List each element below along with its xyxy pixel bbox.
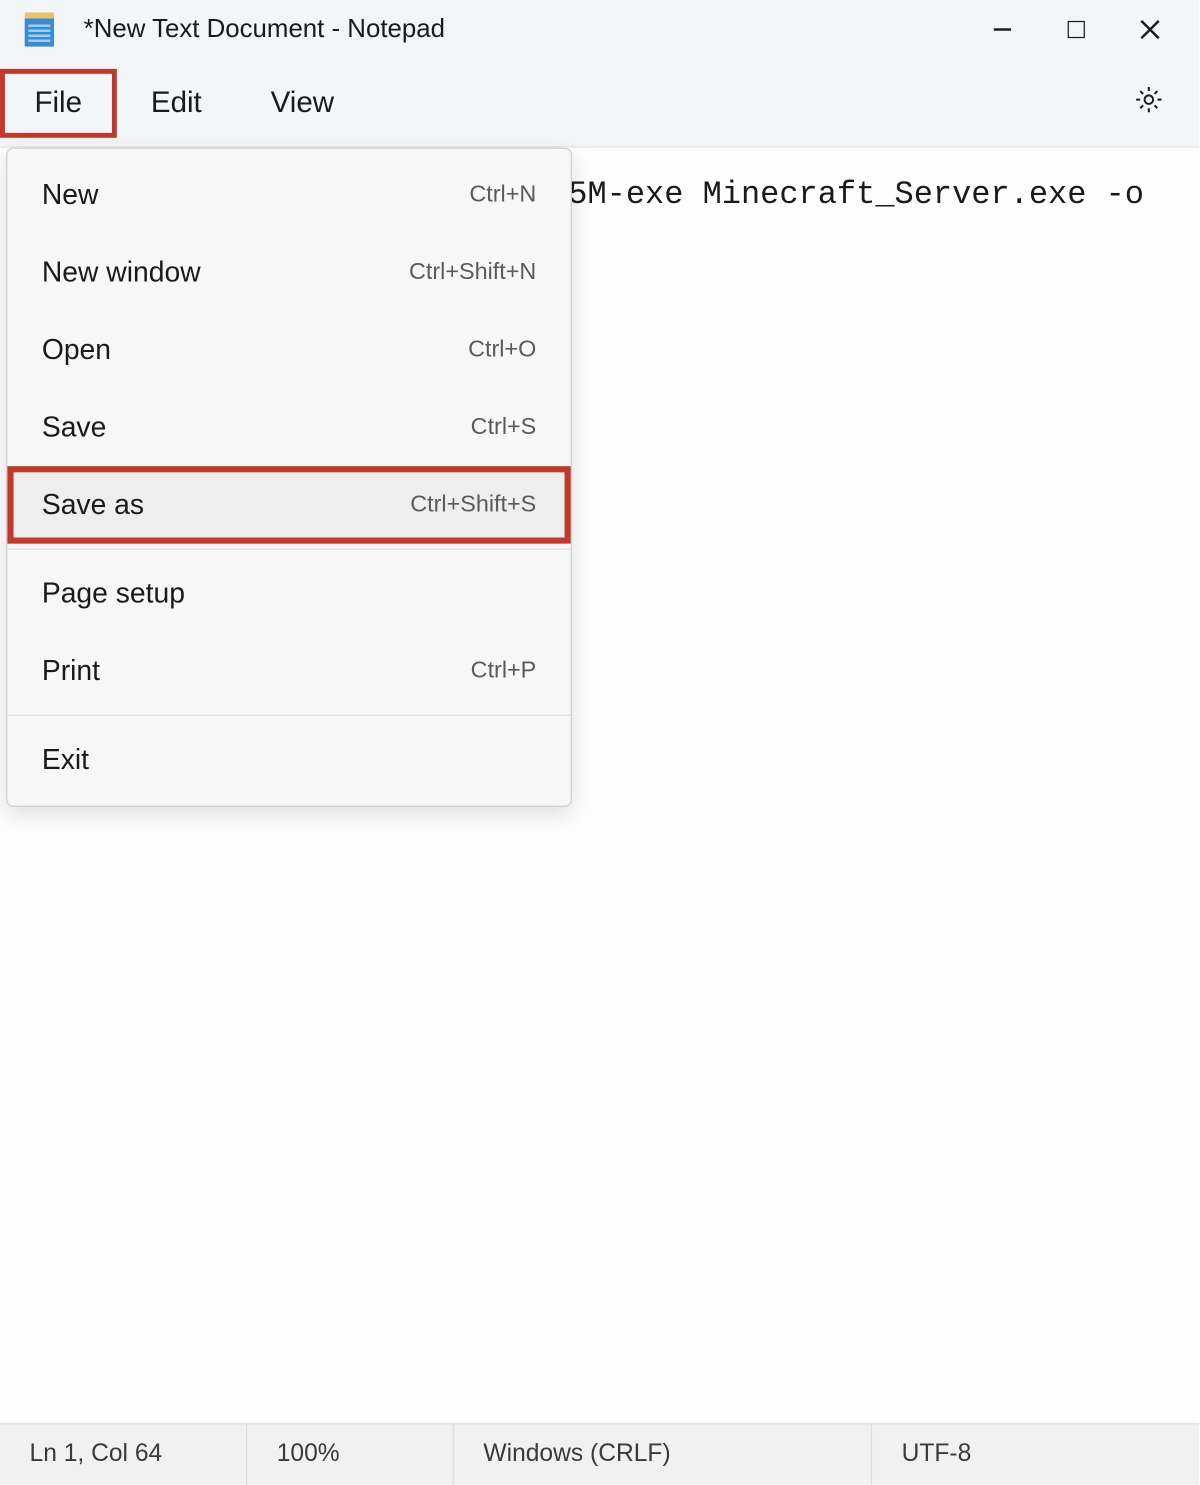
menu-item-label: Save <box>42 411 106 444</box>
file-menu-page-setup[interactable]: Page setup <box>7 555 570 632</box>
menu-bar: FileEditView <box>0 59 1199 148</box>
gear-icon <box>1133 100 1165 121</box>
status-cursor-position: Ln 1, Col 64 <box>0 1424 246 1484</box>
status-line-ending: Windows (CRLF) <box>453 1424 871 1484</box>
menu-item-shortcut: Ctrl+Shift+N <box>409 259 536 286</box>
file-menu-dropdown: New Ctrl+N New window Ctrl+Shift+N Open Ctrl+… <box>6 148 572 807</box>
file-menu-exit[interactable]: Exit <box>7 721 570 798</box>
editor-content: 5M-exe Minecraft_Server.exe -o <box>568 176 1144 213</box>
menu-item-shortcut: Ctrl+N <box>469 181 536 208</box>
file-menu-save[interactable]: Save Ctrl+S <box>7 389 570 466</box>
menu-item-label: Save as <box>42 488 144 521</box>
status-encoding: UTF-8 <box>871 1424 1199 1484</box>
minimize-button[interactable] <box>966 0 1040 59</box>
menu-file[interactable]: File <box>0 68 116 137</box>
window-title: *New Text Document - Notepad <box>84 15 445 45</box>
menu-edit[interactable]: Edit <box>116 68 236 137</box>
menu-item-label: Exit <box>42 743 89 776</box>
menu-item-label: Page setup <box>42 577 185 610</box>
file-menu-open[interactable]: Open Ctrl+O <box>7 311 570 388</box>
menu-view[interactable]: View <box>236 68 368 137</box>
file-menu-print[interactable]: Print Ctrl+P <box>7 632 570 709</box>
file-menu-new-window[interactable]: New window Ctrl+Shift+N <box>7 234 570 311</box>
status-bar: Ln 1, Col 64 100% Windows (CRLF) UTF-8 <box>0 1423 1199 1485</box>
menu-item-shortcut: Ctrl+P <box>471 657 537 684</box>
file-menu-save-as[interactable]: Save as Ctrl+Shift+S <box>7 466 570 543</box>
status-zoom[interactable]: 100% <box>246 1424 453 1484</box>
editor-area[interactable]: 5M-exe Minecraft_Server.exe -o New Ctrl+N… <box>0 148 1199 1424</box>
maximize-icon <box>1068 21 1085 38</box>
maximize-button[interactable] <box>1039 0 1113 59</box>
close-icon <box>1140 20 1160 40</box>
menu-item-shortcut: Ctrl+S <box>471 414 537 441</box>
settings-button[interactable] <box>1116 71 1182 134</box>
file-menu-new[interactable]: New Ctrl+N <box>7 156 570 233</box>
minimize-icon <box>994 29 1011 31</box>
menu-separator <box>7 549 570 550</box>
menu-separator <box>7 715 570 716</box>
notepad-icon <box>25 12 55 46</box>
menu-item-label: New window <box>42 256 201 289</box>
menu-item-shortcut: Ctrl+Shift+S <box>410 491 536 518</box>
window-controls <box>966 0 1187 59</box>
menu-item-label: Print <box>42 654 100 687</box>
title-bar: *New Text Document - Notepad <box>0 0 1199 59</box>
close-button[interactable] <box>1113 0 1187 59</box>
menu-item-shortcut: Ctrl+O <box>468 336 536 363</box>
menu-item-label: Open <box>42 333 111 366</box>
menu-item-label: New <box>42 178 99 211</box>
